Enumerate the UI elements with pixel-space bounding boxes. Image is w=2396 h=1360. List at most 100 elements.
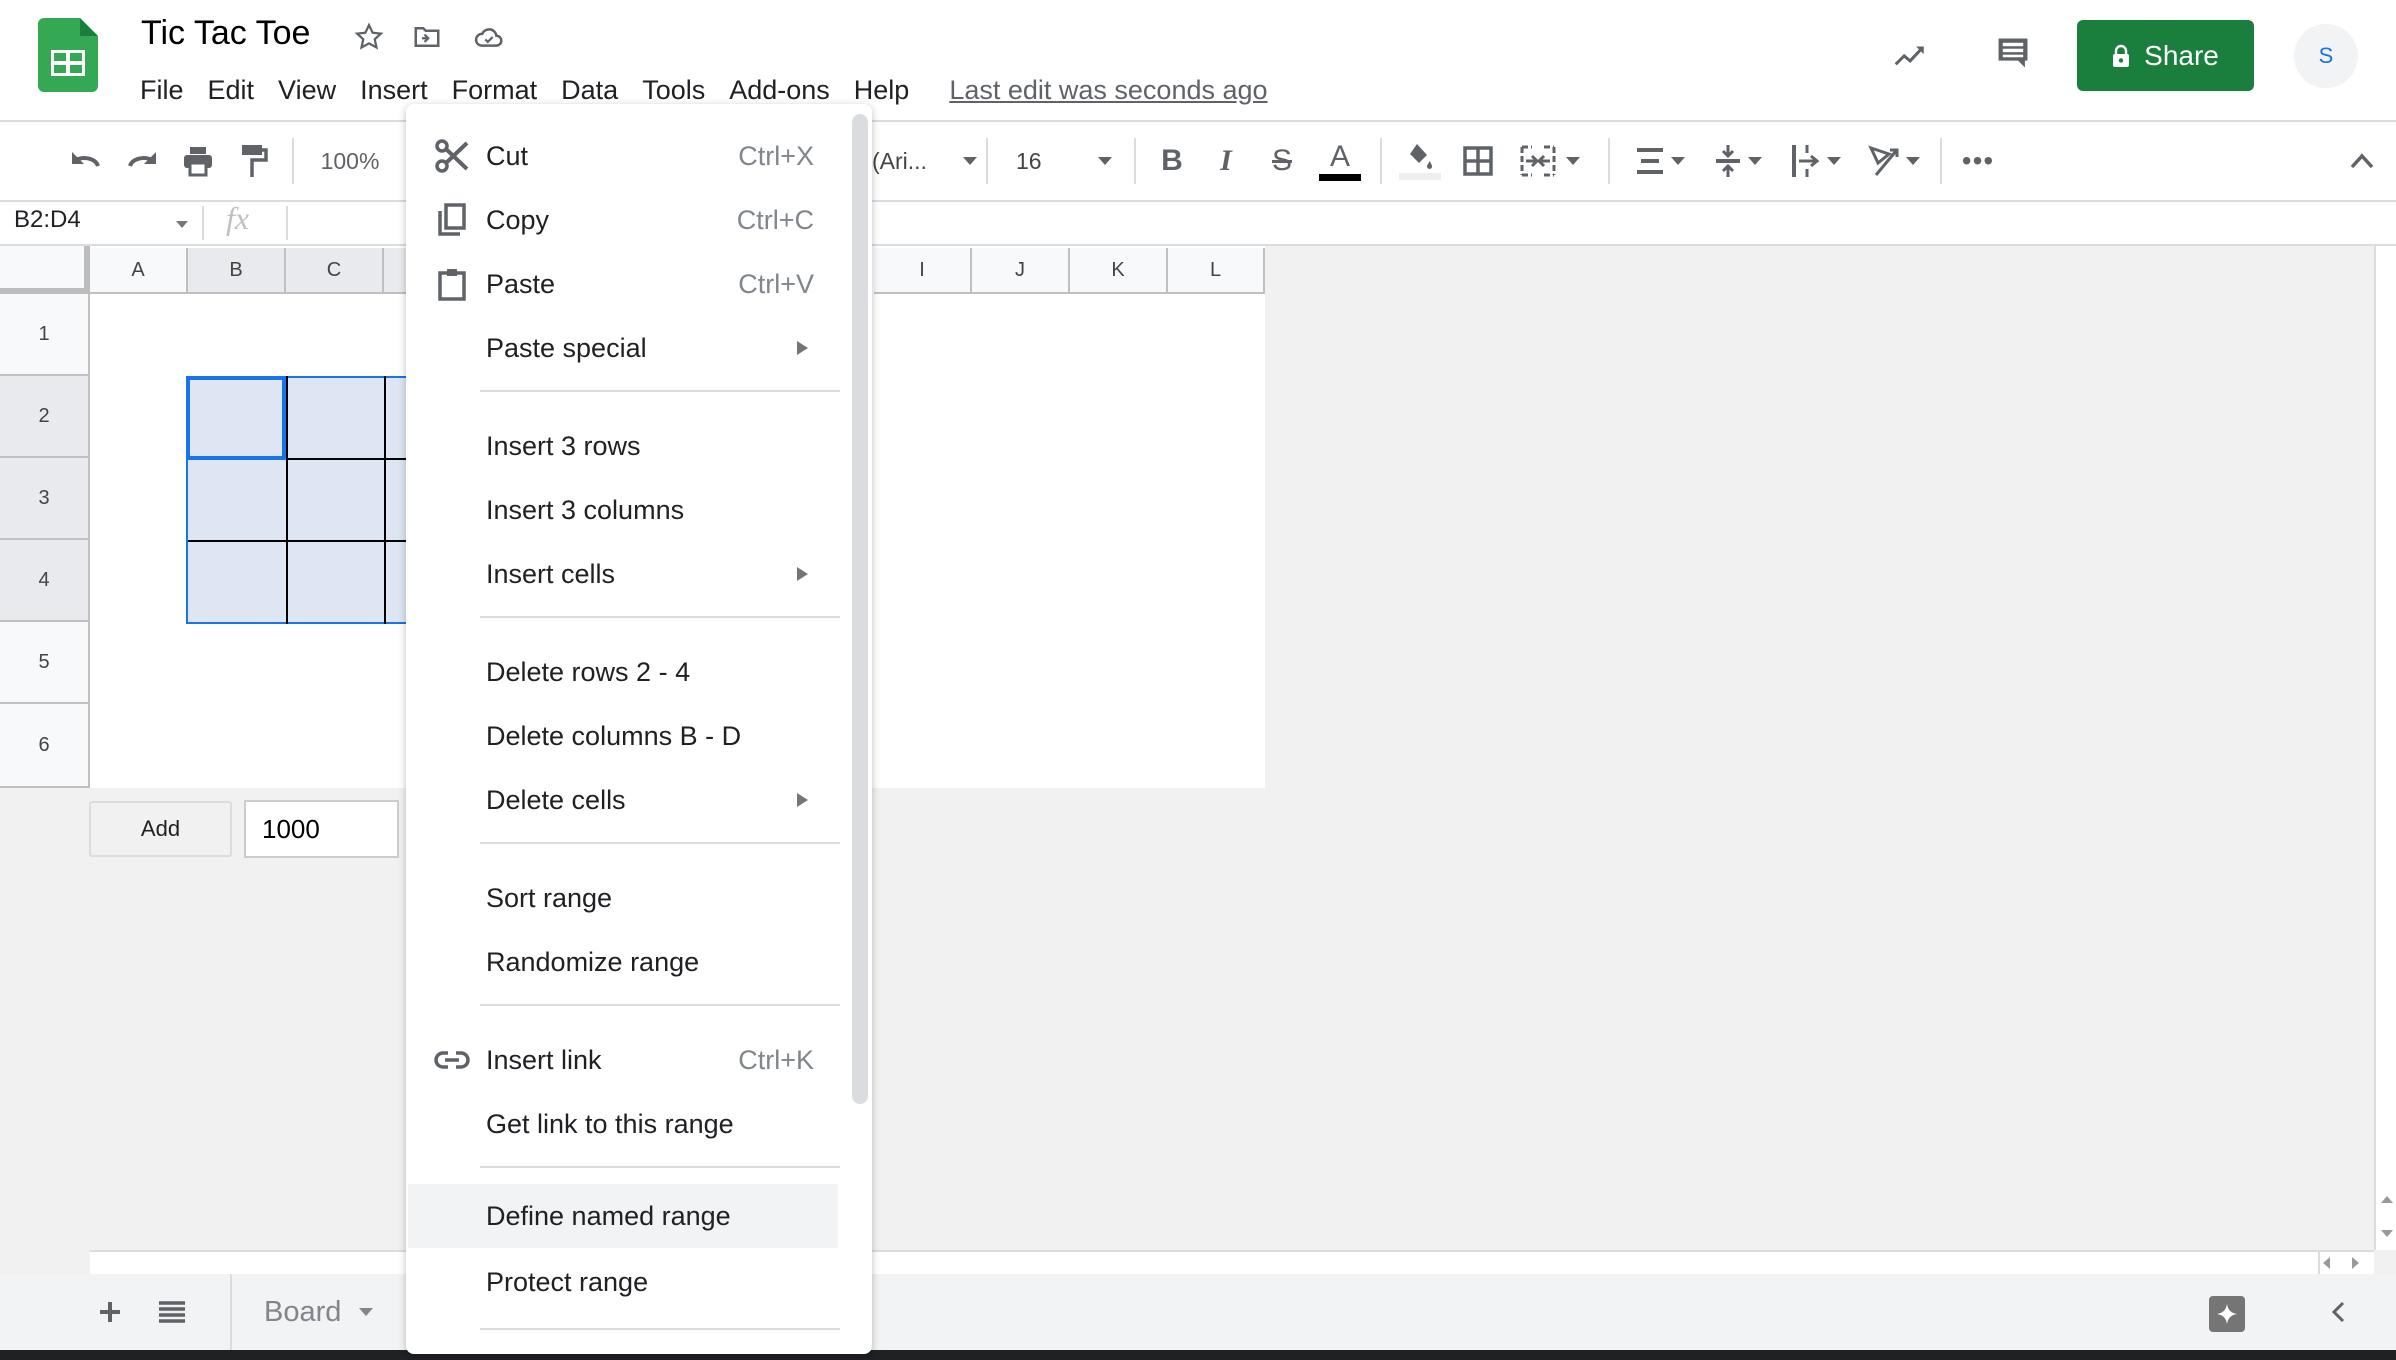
- fill-color-icon[interactable]: [1398, 140, 1442, 182]
- menu-item-label: Delete rows 2 - 4: [486, 656, 691, 687]
- more-options-icon[interactable]: •••: [1958, 140, 1998, 182]
- side-panel-toggle-icon[interactable]: [2330, 1300, 2350, 1326]
- comment-history-icon[interactable]: [1996, 36, 2030, 70]
- menu-item-delete-columns[interactable]: Delete columns B - D: [408, 704, 838, 768]
- menu-item-label: Insert 3 columns: [486, 494, 685, 525]
- add-rows-button[interactable]: Add: [89, 801, 232, 857]
- menu-item-delete-cells[interactable]: Delete cells: [408, 768, 838, 832]
- divider: [202, 206, 204, 240]
- document-title[interactable]: Tic Tac Toe: [141, 14, 310, 53]
- cloud-saved-icon[interactable]: [472, 20, 506, 54]
- strikethrough-icon[interactable]: S: [1264, 140, 1300, 182]
- text-rotation-button[interactable]: [1862, 140, 1926, 182]
- name-box-dropdown-icon[interactable]: [176, 221, 188, 228]
- add-sheet-icon[interactable]: [96, 1292, 124, 1332]
- column-header-l[interactable]: L: [1168, 248, 1265, 294]
- menu-item-insert-rows[interactable]: Insert 3 rows: [408, 414, 838, 478]
- scroll-right-icon[interactable]: [2352, 1257, 2359, 1269]
- menu-edit[interactable]: Edit: [196, 70, 267, 110]
- all-sheets-icon[interactable]: [158, 1292, 186, 1332]
- menu-item-insert-link[interactable]: Insert link Ctrl+K: [408, 1028, 838, 1092]
- merge-cells-icon: [1520, 145, 1556, 177]
- column-header-j[interactable]: J: [972, 248, 1070, 294]
- name-box[interactable]: B2:D4: [14, 206, 81, 234]
- rows-count-input[interactable]: [244, 800, 399, 858]
- row-header-4[interactable]: 4: [0, 540, 90, 622]
- fill-color-swatch: [1399, 173, 1441, 180]
- bold-icon[interactable]: B: [1154, 140, 1190, 182]
- merge-cells-button[interactable]: [1518, 140, 1582, 182]
- menu-item-copy[interactable]: Copy Ctrl+C: [408, 188, 838, 252]
- menu-item-label: Insert 3 rows: [486, 430, 641, 461]
- vertical-align-button[interactable]: [1706, 140, 1770, 182]
- menu-file[interactable]: File: [128, 70, 196, 110]
- redo-icon[interactable]: [122, 140, 162, 182]
- column-header-b[interactable]: B: [188, 248, 286, 294]
- zoom-select[interactable]: 100%: [310, 140, 390, 182]
- chevron-down-icon: [1906, 157, 1920, 165]
- divider: [2318, 1252, 2320, 1274]
- menu-item-shortcut: Ctrl+K: [738, 1044, 814, 1075]
- menu-item-insert-cells[interactable]: Insert cells: [408, 542, 838, 606]
- font-size-select[interactable]: 16: [1016, 140, 1116, 182]
- menu-item-get-link[interactable]: Get link to this range: [408, 1092, 838, 1156]
- row-header-5[interactable]: 5: [0, 622, 90, 704]
- scroll-down-icon[interactable]: [2381, 1230, 2393, 1237]
- select-all-corner[interactable]: [0, 246, 90, 294]
- menu-item-define-named-range[interactable]: Define named range: [408, 1184, 838, 1248]
- font-family-select[interactable]: (Ari...: [872, 140, 977, 182]
- text-wrapping-button[interactable]: [1784, 140, 1848, 182]
- menu-item-label: Sort range: [486, 882, 613, 913]
- last-edit-link[interactable]: Last edit was seconds ago: [949, 75, 1267, 106]
- move-to-folder-icon[interactable]: [410, 20, 444, 54]
- title-bar: Tic Tac Toe File Edit View Insert Format…: [0, 0, 2396, 122]
- menu-item-sort-range[interactable]: Sort range: [408, 866, 838, 930]
- sheet-tab-board[interactable]: Board: [230, 1274, 413, 1350]
- column-header-a[interactable]: A: [90, 248, 188, 294]
- menu-item-protect-range[interactable]: Protect range: [408, 1250, 838, 1314]
- menu-scrollbar[interactable]: [852, 114, 868, 1104]
- chevron-down-icon[interactable]: [359, 1308, 374, 1316]
- column-header-i[interactable]: I: [874, 248, 972, 294]
- menu-view[interactable]: View: [266, 70, 348, 110]
- toolbar-divider: [1134, 138, 1136, 184]
- active-cell-b2[interactable]: [186, 376, 286, 460]
- chevron-down-icon: [1671, 157, 1685, 165]
- menu-separator: [480, 390, 840, 392]
- row-header-3[interactable]: 3: [0, 458, 90, 540]
- menu-item-delete-rows[interactable]: Delete rows 2 - 4: [408, 640, 838, 704]
- undo-icon[interactable]: [66, 140, 106, 182]
- menu-item-paste[interactable]: Paste Ctrl+V: [408, 252, 838, 316]
- borders-icon[interactable]: [1458, 140, 1498, 182]
- account-avatar[interactable]: S: [2294, 24, 2358, 88]
- font-size-value: 16: [1016, 147, 1042, 174]
- column-header-c[interactable]: C: [286, 248, 384, 294]
- star-icon[interactable]: [352, 20, 386, 54]
- print-icon[interactable]: [178, 140, 218, 182]
- row-header-6[interactable]: 6: [0, 704, 90, 788]
- scroll-left-icon[interactable]: [2323, 1257, 2330, 1269]
- explore-icon[interactable]: [2209, 1296, 2245, 1332]
- menu-item-cut[interactable]: Cut Ctrl+X: [408, 124, 838, 188]
- activity-trend-icon[interactable]: [1894, 38, 1928, 72]
- scroll-up-icon[interactable]: [2381, 1196, 2393, 1203]
- fx-icon: fx: [226, 200, 250, 236]
- share-button[interactable]: Share: [2077, 20, 2254, 91]
- menu-item-randomize-range[interactable]: Randomize range: [408, 930, 838, 994]
- text-color-icon[interactable]: A: [1318, 140, 1362, 182]
- row-header-2[interactable]: 2: [0, 376, 90, 458]
- align-center-icon: [1637, 148, 1663, 174]
- column-header-k[interactable]: K: [1070, 248, 1168, 294]
- menu-item-paste-special[interactable]: Paste special: [408, 316, 838, 380]
- italic-icon[interactable]: I: [1208, 140, 1244, 182]
- vertical-scrollbar[interactable]: [2374, 246, 2396, 1250]
- sheets-logo-icon[interactable]: [38, 18, 98, 92]
- sheet-tab-label: Board: [264, 1295, 342, 1328]
- collapse-menus-icon[interactable]: [2342, 140, 2382, 182]
- toolbar-divider: [292, 138, 294, 184]
- horizontal-align-button[interactable]: [1628, 140, 1692, 182]
- paint-format-icon[interactable]: [234, 140, 274, 182]
- copy-icon: [433, 201, 471, 239]
- row-header-1[interactable]: 1: [0, 294, 90, 376]
- menu-item-insert-columns[interactable]: Insert 3 columns: [408, 478, 838, 542]
